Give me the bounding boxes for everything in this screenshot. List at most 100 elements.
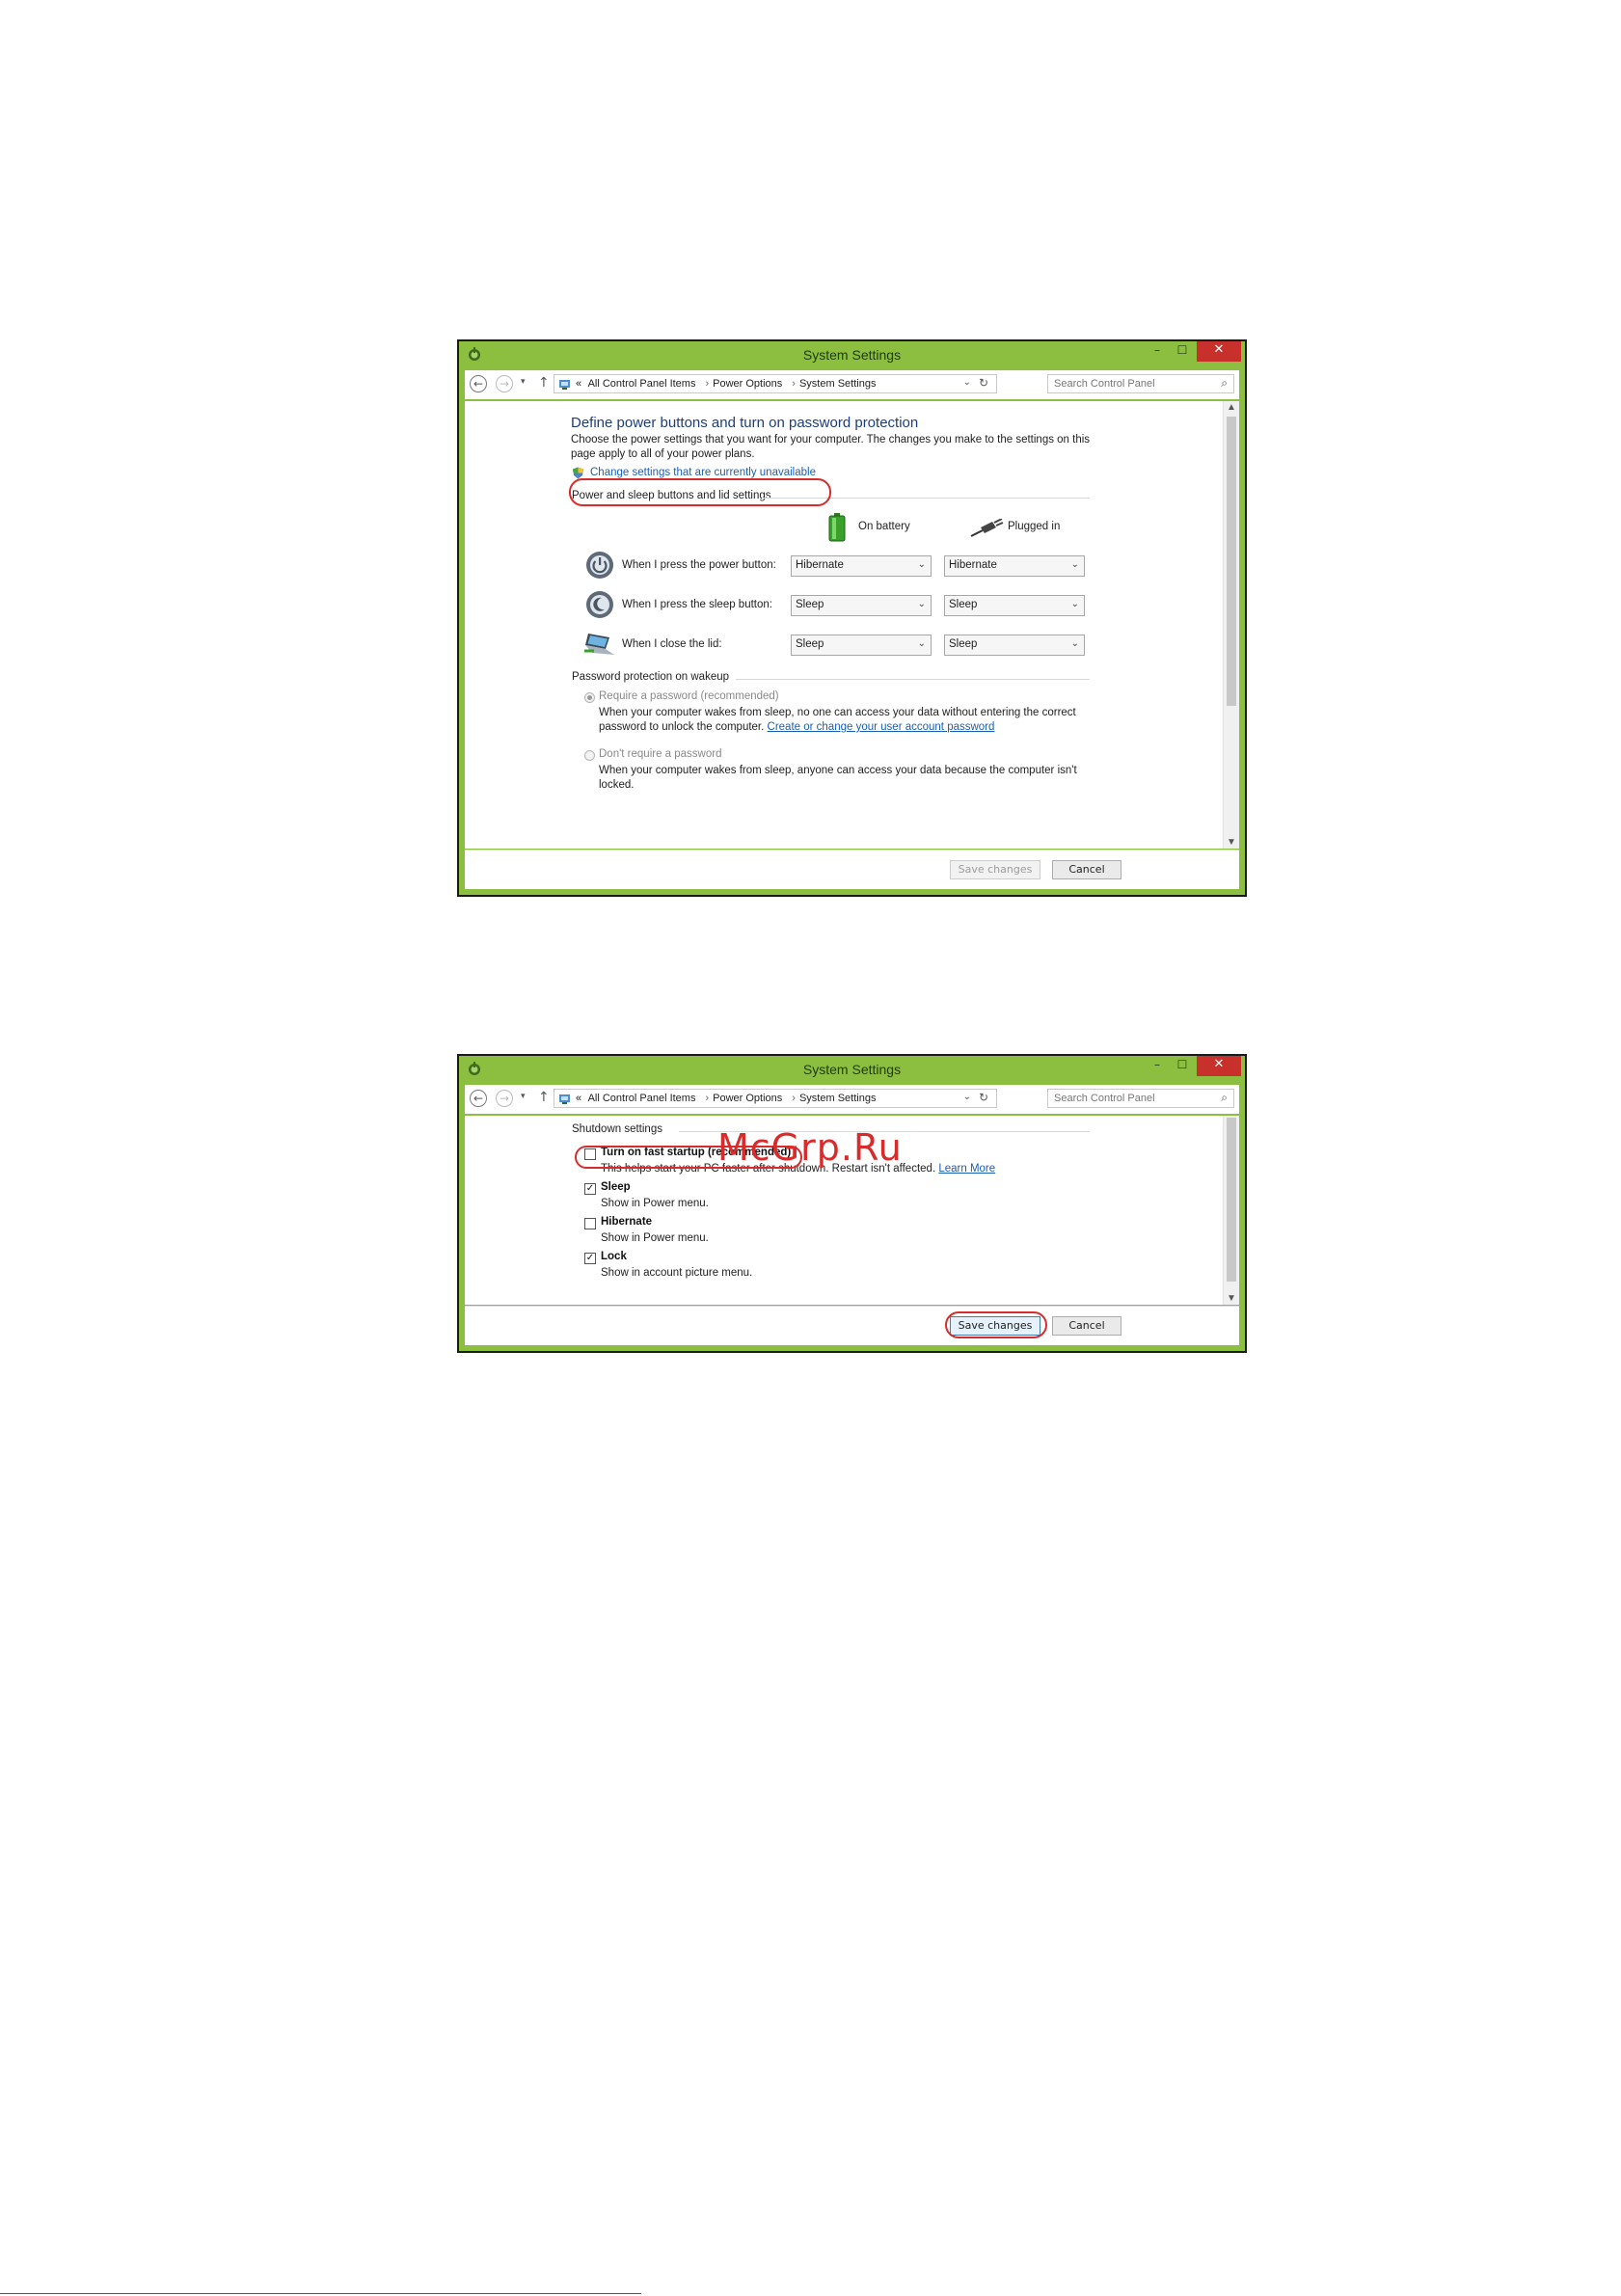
check-mark-icon: ✓ [585, 1253, 595, 1263]
dialog-footer: Save changes Cancel [465, 1306, 1239, 1345]
select-value: Sleep [949, 638, 978, 650]
recent-locations-dropdown[interactable]: ▾ [521, 377, 526, 387]
learn-more-link[interactable]: Learn More [938, 1163, 995, 1175]
sleep-button-label: When I press the sleep button: [622, 599, 772, 610]
forward-button[interactable]: → [496, 375, 513, 392]
page-bottom-rule [0, 2293, 641, 2294]
laptop-lid-icon [584, 634, 614, 655]
hibernate-label: Hibernate [601, 1216, 653, 1228]
chevron-down-icon: ⌄ [1070, 599, 1079, 609]
address-dropdown-icon[interactable]: ⌄ [963, 377, 971, 388]
dialog-footer: Save changes Cancel [465, 850, 1239, 889]
search-placeholder: Search Control Panel [1054, 378, 1155, 390]
search-icon[interactable]: ⌕ [1221, 1091, 1228, 1105]
system-settings-window-power-buttons: System Settings – ☐ ✕ ← → ▾ ↑ « All Cont… [457, 339, 1247, 897]
lock-desc: Show in account picture menu. [601, 1267, 753, 1279]
search-placeholder: Search Control Panel [1054, 1093, 1155, 1104]
search-icon[interactable]: ⌕ [1221, 376, 1228, 391]
close-lid-label: When I close the lid: [622, 638, 722, 650]
change-settings-link[interactable]: Change settings that are currently unava… [590, 467, 816, 478]
minimize-button[interactable]: – [1145, 341, 1170, 362]
address-bar[interactable]: « All Control Panel Items › Power Options ›… [554, 374, 997, 393]
vertical-scrollbar[interactable]: ▲ ▼ [1223, 401, 1239, 849]
cancel-button[interactable]: Cancel [1052, 1316, 1121, 1336]
breadcrumb-separator-icon[interactable]: › [792, 1093, 796, 1104]
forward-button[interactable]: → [496, 1090, 513, 1107]
close-lid-plugged-in-select[interactable]: Sleep ⌄ [944, 635, 1085, 656]
breadcrumb-prefix: « [576, 378, 582, 390]
maximize-button[interactable]: ☐ [1170, 341, 1195, 362]
address-dropdown-icon[interactable]: ⌄ [963, 1092, 971, 1102]
dont-require-password-label: Don't require a password [599, 748, 722, 760]
sleep-checkbox[interactable]: ✓ [584, 1183, 596, 1195]
watermark: McGrp.Ru [717, 1126, 903, 1169]
power-button-icon [586, 552, 613, 579]
chevron-down-icon: ⌄ [1070, 559, 1079, 570]
save-changes-button[interactable]: Save changes [950, 860, 1040, 879]
breadcrumb-all-control-panel-items[interactable]: All Control Panel Items [588, 1093, 696, 1104]
vertical-scrollbar[interactable]: ▼ [1223, 1116, 1239, 1305]
navigation-bar: ← → ▾ ↑ « All Control Panel Items › Power … [465, 370, 1239, 399]
scroll-up-icon[interactable]: ▲ [1224, 402, 1239, 413]
require-password-radio[interactable] [584, 692, 595, 703]
breadcrumb-separator-icon[interactable]: › [792, 378, 796, 390]
dont-require-desc-line-2: locked. [599, 779, 635, 791]
scroll-down-icon[interactable]: ▼ [1224, 837, 1239, 848]
breadcrumb-separator-icon[interactable]: › [705, 1093, 709, 1104]
search-input[interactable]: Search Control Panel ⌕ [1047, 374, 1234, 393]
up-button[interactable]: ↑ [538, 1090, 550, 1105]
save-changes-button[interactable]: Save changes [950, 1316, 1040, 1336]
page-description-line-2: page apply to all of your power plans. [571, 448, 755, 460]
select-value: Sleep [949, 599, 978, 610]
scroll-thumb[interactable] [1227, 417, 1236, 706]
breadcrumb-system-settings[interactable]: System Settings [799, 378, 876, 390]
back-button[interactable]: ← [470, 375, 487, 392]
dont-require-desc-line-1: When your computer wakes from sleep, any… [599, 765, 1077, 776]
search-input[interactable]: Search Control Panel ⌕ [1047, 1089, 1234, 1108]
plugged-in-header: Plugged in [1008, 521, 1061, 532]
cancel-button[interactable]: Cancel [1052, 860, 1121, 879]
breadcrumb-power-options[interactable]: Power Options [713, 1093, 782, 1104]
maximize-button[interactable]: ☐ [1170, 1056, 1195, 1076]
breadcrumb-power-options[interactable]: Power Options [713, 378, 782, 390]
back-button[interactable]: ← [470, 1090, 487, 1107]
dont-require-password-radio[interactable] [584, 750, 595, 761]
on-battery-header: On battery [858, 521, 910, 532]
refresh-icon[interactable]: ↻ [979, 1091, 988, 1104]
scroll-down-icon[interactable]: ▼ [1224, 1293, 1239, 1304]
lock-checkbox[interactable]: ✓ [584, 1253, 596, 1264]
chevron-down-icon: ⌄ [1070, 638, 1079, 649]
power-button-on-battery-select[interactable]: Hibernate ⌄ [791, 555, 932, 577]
sleep-button-on-battery-select[interactable]: Sleep ⌄ [791, 595, 932, 616]
close-button[interactable]: ✕ [1197, 1056, 1241, 1076]
power-button-label: When I press the power button: [622, 559, 776, 571]
up-button[interactable]: ↑ [538, 375, 550, 391]
create-password-link[interactable]: Create or change your user account passw… [768, 721, 995, 733]
password-group-label: Password protection on wakeup [572, 671, 730, 683]
navigation-bar: ← → ▾ ↑ « All Control Panel Items › Power … [465, 1085, 1239, 1114]
sleep-desc: Show in Power menu. [601, 1198, 709, 1209]
minimize-button[interactable]: – [1145, 1056, 1170, 1076]
require-password-desc-line-1: When your computer wakes from sleep, no … [599, 707, 1076, 718]
breadcrumb-separator-icon[interactable]: › [705, 378, 709, 390]
close-button[interactable]: ✕ [1197, 341, 1241, 362]
check-mark-icon: ✓ [585, 1183, 595, 1194]
breadcrumb-all-control-panel-items[interactable]: All Control Panel Items [588, 378, 696, 390]
breadcrumb-system-settings[interactable]: System Settings [799, 1093, 876, 1104]
fast-startup-checkbox[interactable] [584, 1148, 596, 1160]
hibernate-checkbox[interactable] [584, 1218, 596, 1229]
title-bar[interactable]: System Settings – ☐ ✕ [459, 1056, 1245, 1081]
page-description-line-1: Choose the power settings that you want … [571, 434, 1091, 446]
sleep-button-plugged-in-select[interactable]: Sleep ⌄ [944, 595, 1085, 616]
power-button-plugged-in-select[interactable]: Hibernate ⌄ [944, 555, 1085, 577]
shutdown-settings-label: Shutdown settings [572, 1123, 662, 1135]
breadcrumb: « All Control Panel Items › Power Options ›… [576, 1093, 879, 1104]
page-title: Define power buttons and turn on passwor… [571, 415, 919, 431]
scroll-thumb[interactable] [1227, 1118, 1236, 1282]
refresh-icon[interactable]: ↻ [979, 376, 988, 390]
title-bar[interactable]: System Settings – ☐ ✕ [459, 341, 1245, 366]
address-bar[interactable]: « All Control Panel Items › Power Options ›… [554, 1089, 997, 1108]
group-divider [762, 498, 1090, 499]
close-lid-on-battery-select[interactable]: Sleep ⌄ [791, 635, 932, 656]
recent-locations-dropdown[interactable]: ▾ [521, 1092, 526, 1101]
